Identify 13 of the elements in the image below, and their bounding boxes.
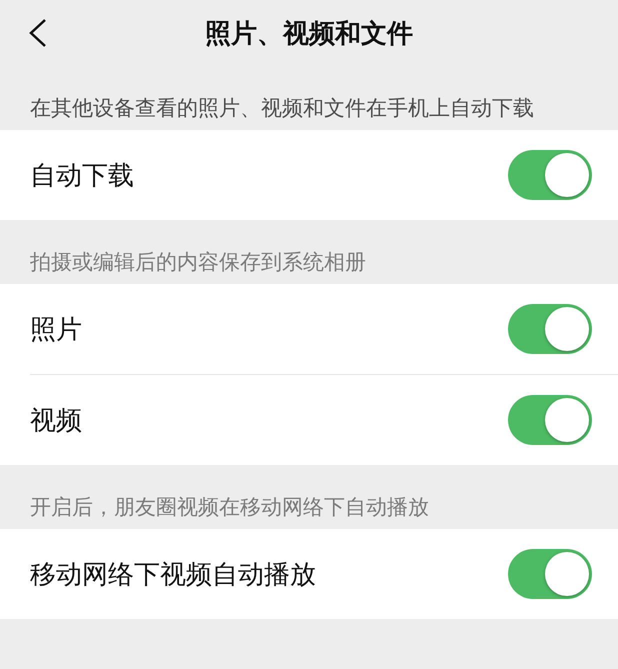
section-note: 在其他设备查看的照片、视频和文件在手机上自动下载 (30, 95, 535, 122)
toggle-switch[interactable] (508, 150, 592, 200)
toggle-switch[interactable] (508, 549, 592, 599)
row-label: 照片 (30, 314, 82, 346)
toggle-switch[interactable] (508, 395, 592, 445)
row-label: 视频 (30, 404, 82, 438)
row-label: 自动下载 (30, 160, 134, 192)
section-note: 拍摄或编辑后的内容保存到系统相册 (30, 249, 367, 276)
toggle-switch[interactable] (508, 304, 592, 354)
section-note: 开启后，朋友圈视频在移动网络下自动播放 (30, 494, 430, 521)
row-label: 移动网络下视频自动播放 (30, 558, 316, 592)
page-title: 照片、视频和文件 (205, 18, 413, 50)
back-icon[interactable] (28, 18, 48, 48)
